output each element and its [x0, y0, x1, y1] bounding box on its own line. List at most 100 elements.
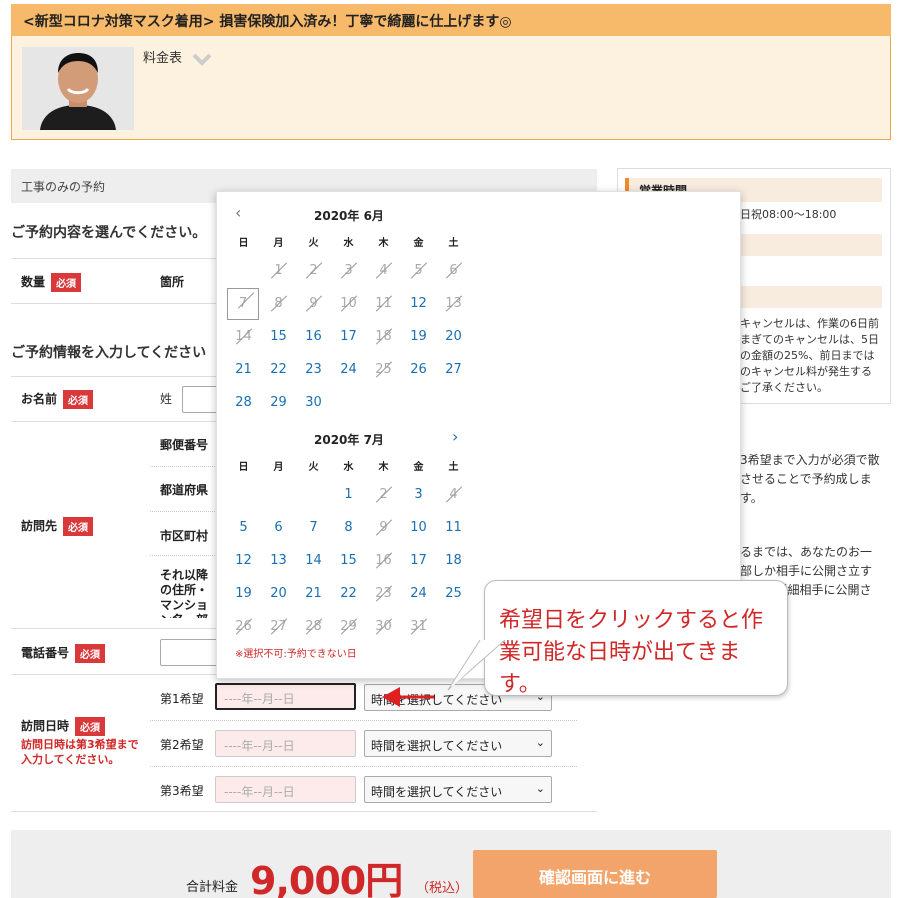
calendar-day[interactable]: 21 — [226, 358, 261, 382]
calendar-day[interactable]: 21 — [296, 582, 331, 606]
price-list-label: 料金表 — [143, 51, 183, 66]
calendar-day[interactable]: 20 — [261, 582, 296, 606]
datetime-note: 訪問日時は第3希望まで入力してください。 — [21, 738, 139, 766]
calendar-day[interactable]: 28 — [226, 391, 261, 415]
calendar-day[interactable]: 19 — [401, 325, 436, 349]
confirm-button[interactable]: 確認画面に進む — [473, 850, 717, 898]
calendar-day[interactable]: 18 — [436, 549, 471, 573]
page-title: <新型コロナ対策マスク着用> 損害保険加入済み！丁寧で綺麗に仕上げます◎ — [11, 4, 891, 36]
calendar-day[interactable]: 5 — [226, 516, 261, 540]
calendar-day[interactable]: 12 — [401, 292, 436, 316]
calendar-day[interactable]: 24 — [401, 582, 436, 606]
calendar-day[interactable]: 15 — [261, 325, 296, 349]
calendar-day: 29 — [331, 615, 366, 639]
month-title: 2020年 6月 — [314, 209, 384, 223]
avatar-photo-icon — [22, 47, 134, 130]
calendar-day: 11 — [366, 292, 401, 316]
address-rest-label: それ以降の住所・マンション名・部屋番号 — [160, 568, 209, 618]
calendar-day[interactable]: 1 — [331, 483, 366, 507]
name-label: お名前 必須 — [21, 390, 94, 409]
calendar-day: 9 — [366, 516, 401, 540]
calendar-day[interactable]: 19 — [226, 582, 261, 606]
postal-label: 郵便番号 — [160, 438, 209, 452]
avatar — [22, 47, 134, 130]
calendar-day[interactable]: 10 — [401, 516, 436, 540]
calendar-day: 8 — [261, 292, 296, 316]
weekday-label: 月 — [273, 238, 284, 249]
weekday-label: 金 — [413, 238, 424, 249]
calendar-day: 2 — [296, 259, 331, 283]
required-badge: 必須 — [63, 390, 94, 409]
calendar-day[interactable]: 6 — [261, 516, 296, 540]
weekday-label: 木 — [378, 238, 389, 249]
datetime-label: 訪問日時 必須 — [21, 717, 106, 736]
calendar-day[interactable]: 7 — [296, 516, 331, 540]
calendar-day[interactable]: 22 — [261, 358, 296, 382]
calendar-day[interactable]: 27 — [436, 358, 471, 382]
calendar-day[interactable]: 30 — [296, 391, 331, 415]
weekday-label: 火 — [308, 238, 319, 249]
calendar-day[interactable]: 23 — [296, 358, 331, 382]
visit-label: 訪問先 必須 — [21, 517, 94, 536]
calendar-day[interactable]: 15 — [331, 549, 366, 573]
quantity-label: 数量 必須 — [21, 273, 82, 292]
choice-2-date-input[interactable]: ----年--月--日 — [215, 730, 356, 757]
callout-tail-icon — [382, 640, 506, 707]
choice-3-label: 第3希望 — [160, 784, 204, 798]
choice-1-label: 第1希望 — [160, 692, 204, 706]
weekday-label: 日 — [238, 238, 249, 249]
choice-3-time-select[interactable]: 時間を選択してください ⌄ — [364, 776, 552, 803]
calendar-day[interactable]: 17 — [401, 549, 436, 573]
calendar-day: 7 — [227, 288, 259, 320]
price-list-toggle[interactable]: 料金表 — [143, 47, 212, 66]
calendar-day: 26 — [226, 615, 261, 639]
place-label: 箇所 — [160, 275, 185, 289]
choice-3-date-input[interactable]: ----年--月--日 — [215, 776, 356, 803]
choice-2-label: 第2希望 — [160, 738, 204, 752]
choice-1-date-input[interactable]: ----年--月--日 — [215, 683, 356, 710]
phone-input[interactable] — [160, 639, 220, 666]
calendar-day: 2 — [366, 483, 401, 507]
required-badge: 必須 — [63, 517, 94, 536]
calendar-day[interactable]: 13 — [261, 549, 296, 573]
divider — [150, 766, 577, 767]
chevron-down-icon — [192, 53, 212, 66]
calendar-day: 1 — [261, 259, 296, 283]
total-label: 合計料金 — [186, 880, 239, 895]
prefecture-label: 都道府県 — [160, 483, 209, 497]
calendar-day[interactable]: 25 — [436, 582, 471, 606]
calendar-day[interactable]: 12 — [226, 549, 261, 573]
weekday-label: 水 — [343, 238, 354, 249]
calendar-day: 13 — [436, 292, 471, 316]
weekday-label: 土 — [448, 462, 459, 473]
city-label: 市区町村 — [160, 529, 209, 543]
calendar-day[interactable]: 14 — [296, 549, 331, 573]
phone-label: 電話番号 必須 — [21, 644, 106, 663]
prev-month-icon[interactable]: ‹ — [235, 203, 241, 222]
hours-text: 日祝08:00～18:00 — [740, 208, 837, 221]
calendar-day: 31 — [401, 615, 436, 639]
calendar-day[interactable]: 22 — [331, 582, 366, 606]
calendar-day[interactable]: 17 — [331, 325, 366, 349]
weekday-label: 金 — [413, 462, 424, 473]
calendar-day[interactable]: 24 — [331, 358, 366, 382]
weekday-label: 木 — [378, 462, 389, 473]
calendar-day: 4 — [366, 259, 401, 283]
next-month-icon[interactable]: › — [452, 427, 458, 446]
total-value: 9,000円 — [250, 859, 403, 898]
choice-2-time-select[interactable]: 時間を選択してください ⌄ — [364, 730, 552, 757]
weekday-label: 土 — [448, 238, 459, 249]
calendar-day: 5 — [401, 259, 436, 283]
calendar-day[interactable]: 29 — [261, 391, 296, 415]
divider — [150, 720, 577, 721]
calendar-day[interactable]: 26 — [401, 358, 436, 382]
weekday-label: 水 — [343, 462, 354, 473]
calendar-day: 14 — [226, 325, 261, 349]
calendar-day: 3 — [331, 259, 366, 283]
calendar-day[interactable]: 3 — [401, 483, 436, 507]
calendar-day[interactable]: 8 — [331, 516, 366, 540]
calendar-day[interactable]: 11 — [436, 516, 471, 540]
calendar-day[interactable]: 16 — [296, 325, 331, 349]
calendar-day[interactable]: 20 — [436, 325, 471, 349]
weekday-label: 火 — [308, 462, 319, 473]
